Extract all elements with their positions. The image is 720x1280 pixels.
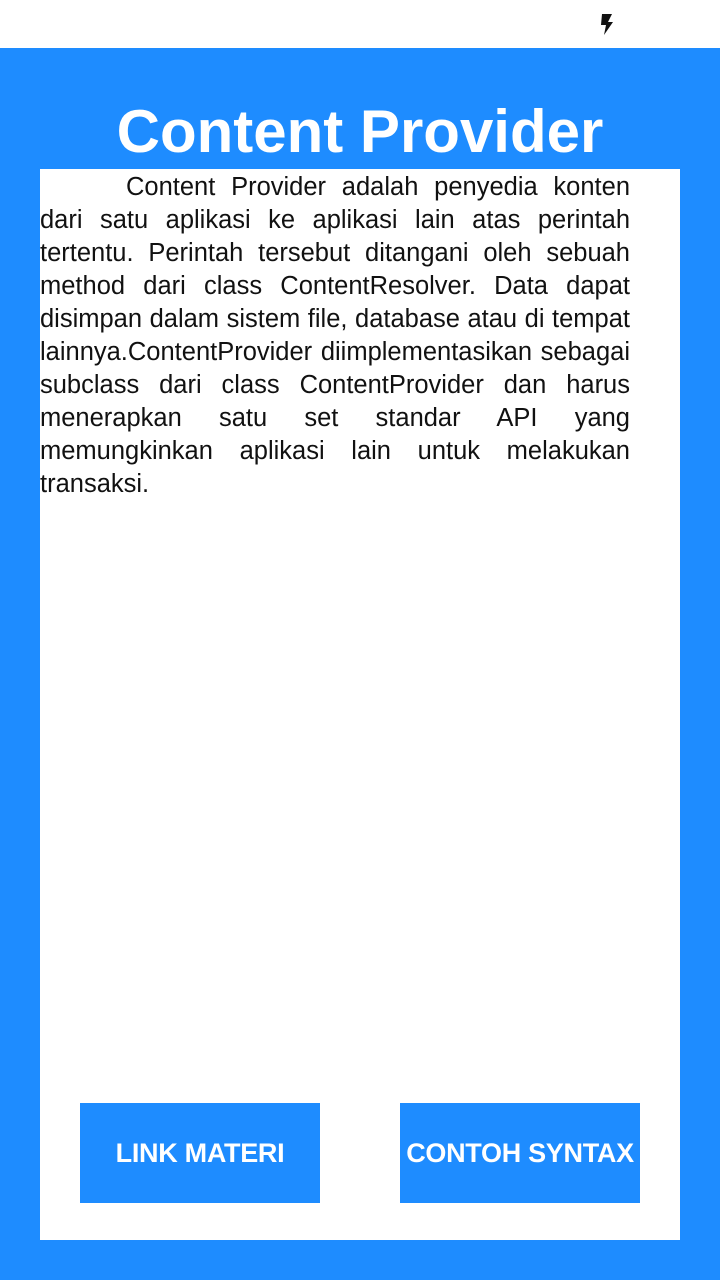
content-card: Content Provider adalah penyedia konten …	[40, 169, 680, 1240]
description-text: Content Provider adalah penyedia konten …	[40, 173, 630, 498]
contoh-syntax-button[interactable]: CONTOH SYNTAX	[400, 1103, 640, 1203]
charging-bolt-icon	[601, 14, 613, 35]
page-title: Content Provider	[116, 98, 604, 165]
status-bar	[0, 0, 720, 48]
link-materi-button[interactable]: LINK MATERI	[80, 1103, 320, 1203]
